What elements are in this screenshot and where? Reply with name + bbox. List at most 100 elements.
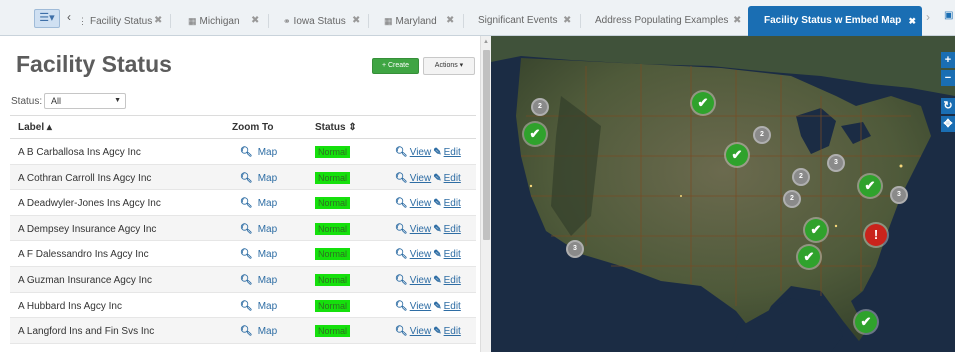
facility-map[interactable]: 2 2 3 2 2 3 3 ✔ ✔ ✔ ✔ ✔ ✔ ✔! + − ↻ ✥ <box>491 36 955 352</box>
window-icon[interactable]: ▣ <box>944 10 953 21</box>
tab-scroll-right-icon[interactable]: › <box>926 10 930 24</box>
actions-dropdown-button[interactable]: Actions ▾ <box>423 57 475 75</box>
view-link[interactable]: View <box>410 326 432 337</box>
search-icon: 🔍︎ <box>395 300 408 312</box>
status-ok-marker-icon[interactable]: ✔ <box>798 246 820 268</box>
search-icon: 🔍︎ <box>240 198 253 210</box>
search-icon: 🔍︎ <box>395 249 408 261</box>
edit-link[interactable]: Edit <box>444 173 461 184</box>
panel-scrollbar[interactable]: ▲ <box>480 36 491 352</box>
status-ok-marker-icon[interactable]: ✔ <box>855 311 877 333</box>
search-icon: 🔍︎ <box>240 172 253 184</box>
row-actions: 🔍︎ View ✎ Edit <box>395 249 461 260</box>
menu-button[interactable]: ☰▾ <box>34 9 60 28</box>
search-icon: 🔍︎ <box>240 300 253 312</box>
tab-michigan[interactable]: ▦ Michigan <box>188 6 240 36</box>
locate-icon[interactable]: ✥ <box>941 116 955 132</box>
tab-scroll-left-icon[interactable]: ‹ <box>67 10 71 24</box>
marker-cluster[interactable]: 2 <box>783 190 801 208</box>
facility-list-panel: Facility Status + Create Actions ▾ Statu… <box>0 36 480 352</box>
page-title: Facility Status <box>16 51 172 77</box>
tab-iowa-status[interactable]: ⚭ Iowa Status <box>283 6 346 36</box>
zoom-in-button[interactable]: + <box>941 52 955 68</box>
edit-link[interactable]: Edit <box>444 147 461 158</box>
close-icon[interactable]: ✖ <box>733 6 741 36</box>
status-badge: Normal <box>315 222 351 235</box>
view-link[interactable]: View <box>410 224 432 235</box>
close-icon[interactable]: ✖ <box>251 6 259 36</box>
edit-icon: ✎ <box>433 274 442 286</box>
edit-link[interactable]: Edit <box>444 301 461 312</box>
close-icon[interactable]: ✖ <box>154 6 162 36</box>
status-ok-marker-icon[interactable]: ✔ <box>726 144 748 166</box>
tab-facility-status[interactable]: ⋮ Facility Status <box>78 6 152 36</box>
facility-label: A Cothran Carroll Ins Agcy Inc <box>18 172 152 184</box>
edit-icon: ✎ <box>433 223 442 235</box>
zoom-out-button[interactable]: − <box>941 70 955 86</box>
close-icon[interactable]: ✖ <box>446 6 454 36</box>
search-icon: 🔍︎ <box>240 223 253 235</box>
column-header-label[interactable]: Label ▴ <box>18 122 52 133</box>
view-link[interactable]: View <box>410 173 432 184</box>
edit-link[interactable]: Edit <box>444 249 461 260</box>
status-filter-select[interactable]: All ▼ <box>44 93 126 109</box>
zoom-to-map-link[interactable]: 🔍︎ Map <box>240 224 277 235</box>
table-row: A Langford Ins and Fin Svs Inc 🔍︎ Map Norma… <box>10 318 476 344</box>
status-ok-marker-icon[interactable]: ✔ <box>859 175 881 197</box>
marker-cluster[interactable]: 3 <box>827 154 845 172</box>
zoom-to-map-link[interactable]: 🔍︎ Map <box>240 198 277 209</box>
create-button[interactable]: + Create <box>372 58 419 74</box>
tab-facility-status-embed-map[interactable]: Facility Status w Embed Map ✖ <box>748 6 922 36</box>
edit-link[interactable]: Edit <box>444 275 461 286</box>
table-row: A Hubbard Ins Agcy Inc 🔍︎ Map Normal 🔍︎ View ✎… <box>10 293 476 319</box>
view-link[interactable]: View <box>410 198 432 209</box>
map-base <box>491 36 955 352</box>
view-link[interactable]: View <box>410 147 432 158</box>
marker-cluster[interactable]: 2 <box>753 126 771 144</box>
close-icon[interactable]: ✖ <box>352 6 360 36</box>
scroll-up-icon[interactable]: ▲ <box>483 39 489 45</box>
zoom-to-map-link[interactable]: 🔍︎ Map <box>240 275 277 286</box>
marker-cluster[interactable]: 3 <box>566 240 584 258</box>
zoom-to-map-link[interactable]: 🔍︎ Map <box>240 173 277 184</box>
close-icon[interactable]: ✖ <box>563 6 571 36</box>
zoom-to-map-link[interactable]: 🔍︎ Map <box>240 147 277 158</box>
facility-label: A Langford Ins and Fin Svs Inc <box>18 326 155 338</box>
refresh-icon[interactable]: ↻ <box>941 98 955 114</box>
marker-cluster[interactable]: 3 <box>890 186 908 204</box>
column-header-status[interactable]: Status ⇕ <box>315 122 357 133</box>
edit-icon: ✎ <box>433 172 442 184</box>
marker-cluster[interactable]: 2 <box>792 168 810 186</box>
row-actions: 🔍︎ View ✎ Edit <box>395 147 461 158</box>
edit-icon: ✎ <box>433 300 442 312</box>
status-badge: Normal <box>315 325 351 338</box>
status-ok-marker-icon[interactable]: ✔ <box>805 219 827 241</box>
row-actions: 🔍︎ View ✎ Edit <box>395 173 461 184</box>
zoom-to-map-link[interactable]: 🔍︎ Map <box>240 301 277 312</box>
zoom-to-map-link[interactable]: 🔍︎ Map <box>240 326 277 337</box>
status-ok-marker-icon[interactable]: ✔ <box>692 92 714 114</box>
status-ok-marker-icon[interactable]: ✔ <box>524 123 546 145</box>
view-link[interactable]: View <box>410 275 432 286</box>
binoculars-icon: ⚭ <box>283 16 291 26</box>
view-link[interactable]: View <box>410 301 432 312</box>
tab-significant-events[interactable]: Significant Events <box>478 6 558 36</box>
status-alert-marker-icon[interactable]: ! <box>865 224 887 246</box>
facility-label: A Hubbard Ins Agcy Inc <box>18 300 122 312</box>
status-badge: Normal <box>315 146 351 158</box>
tab-maryland[interactable]: ▦ Maryland <box>384 6 437 36</box>
zoom-to-map-link[interactable]: 🔍︎ Map <box>240 249 277 260</box>
edit-link[interactable]: Edit <box>444 326 461 337</box>
column-header-zoom: Zoom To <box>232 122 274 133</box>
table-row: A F Dalessandro Ins Agcy Inc 🔍︎ Map Normal 🔍… <box>10 241 476 267</box>
marker-cluster[interactable]: 2 <box>531 98 549 116</box>
edit-link[interactable]: Edit <box>444 198 461 209</box>
tab-address-populating-examples[interactable]: Address Populating Examples <box>595 6 728 36</box>
view-link[interactable]: View <box>410 249 432 260</box>
search-icon: 🔍︎ <box>395 274 408 286</box>
drag-handle-icon: ⋮ <box>78 16 87 26</box>
close-icon[interactable]: ✖ <box>908 6 916 36</box>
edit-link[interactable]: Edit <box>444 224 461 235</box>
status-badge: Normal <box>315 197 351 210</box>
scroll-thumb[interactable] <box>483 50 490 240</box>
